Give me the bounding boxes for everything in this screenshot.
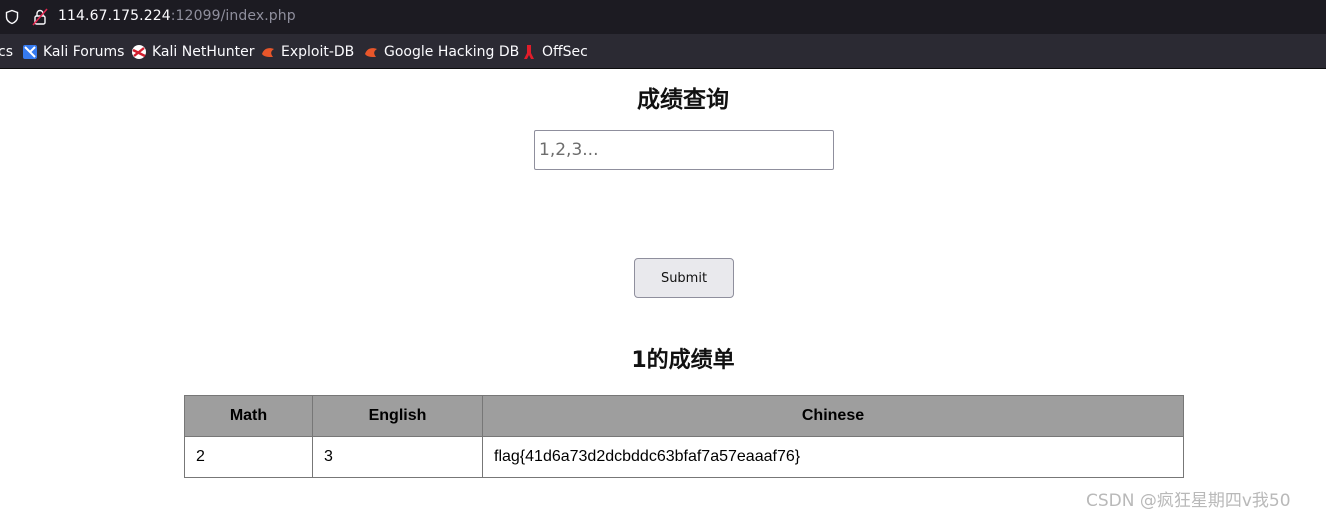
- kali-nethunter-icon: [131, 44, 147, 60]
- bookmark-label: Exploit-DB: [281, 44, 355, 60]
- bookmark-label: OffSec: [542, 44, 588, 60]
- offsec-icon: [521, 44, 537, 60]
- bookmark-truncated[interactable]: cs: [0, 43, 13, 61]
- bookmark-google-hacking-db[interactable]: Google Hacking DB: [363, 43, 519, 61]
- bookmark-kali-nethunter[interactable]: Kali NetHunter: [131, 43, 254, 61]
- exploit-db-icon: [260, 44, 276, 60]
- bookmark-label: Kali Forums: [43, 44, 125, 60]
- google-hacking-db-icon: [363, 44, 379, 60]
- column-header-chinese: Chinese: [482, 395, 1184, 437]
- csdn-watermark: CSDN @疯狂星期四v我50: [1086, 491, 1291, 511]
- bookmark-label: Google Hacking DB: [384, 44, 520, 60]
- cell-english: 3: [312, 436, 483, 478]
- column-header-math: Math: [184, 395, 313, 437]
- bookmarks-toolbar: cs Kali Forums Kali NetHunter Exploit-DB…: [0, 34, 1326, 69]
- cell-chinese: flag{41d6a73d2dcbddc63bfaf7a57eaaaf76}: [482, 436, 1184, 478]
- submit-button[interactable]: Submit: [634, 258, 734, 298]
- insecure-lock-icon[interactable]: [32, 8, 48, 26]
- query-input[interactable]: [534, 130, 834, 170]
- bookmark-kali-forums[interactable]: Kali Forums: [22, 43, 124, 61]
- table-header-row: Math English Chinese: [184, 395, 1184, 437]
- bookmark-label: cs: [0, 44, 13, 60]
- url-host: 114.67.175.224: [58, 8, 171, 24]
- bookmark-offsec[interactable]: OffSec: [521, 43, 588, 61]
- url-path: :12099/index.php: [170, 8, 296, 24]
- address-text[interactable]: 114.67.175.224:12099/index.php: [58, 8, 296, 24]
- result-heading: 1的成绩单: [631, 348, 735, 373]
- browser-url-bar[interactable]: 114.67.175.224:12099/index.php: [0, 0, 1326, 34]
- grades-table: Math English Chinese 2 3 flag{41d6a73d2d…: [184, 395, 1184, 478]
- bookmark-label: Kali NetHunter: [152, 44, 255, 60]
- kali-forums-icon: [22, 44, 38, 60]
- bookmark-exploit-db[interactable]: Exploit-DB: [260, 43, 354, 61]
- page-title: 成绩查询: [637, 87, 729, 113]
- tracking-protection-shield-icon[interactable]: [4, 9, 20, 25]
- column-header-english: English: [312, 395, 483, 437]
- table-row: 2 3 flag{41d6a73d2dcbddc63bfaf7a57eaaaf7…: [184, 436, 1184, 478]
- cell-math: 2: [184, 436, 313, 478]
